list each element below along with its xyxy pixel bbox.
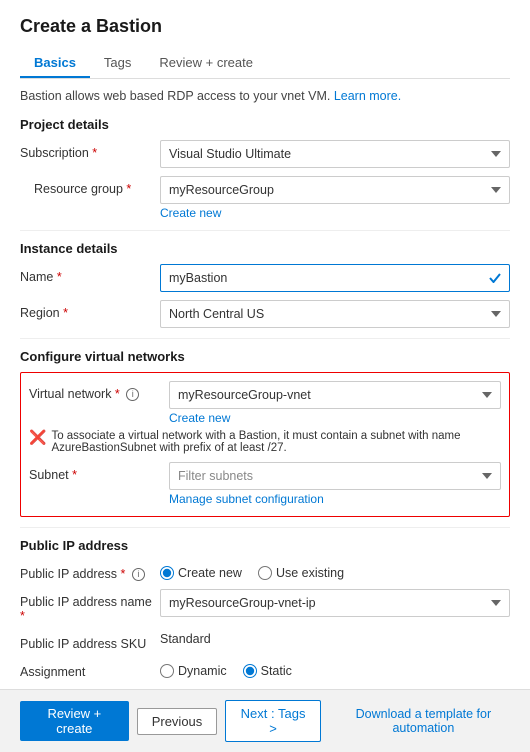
learn-more-link[interactable]: Learn more. (334, 89, 401, 103)
next-button[interactable]: Next : Tags > (225, 700, 321, 742)
public-ip-title: Public IP address (20, 538, 510, 553)
description: Bastion allows web based RDP access to y… (20, 89, 510, 103)
project-details-title: Project details (20, 117, 510, 132)
public-ip-sku-label: Public IP address SKU (20, 631, 160, 651)
public-ip-create-new-radio[interactable] (160, 566, 174, 580)
error-icon: ❌ (29, 429, 46, 446)
instance-details-title: Instance details (20, 241, 510, 256)
virtual-network-label: Virtual network * i (29, 381, 169, 401)
subscription-group: Subscription * Visual Studio Ultimate (20, 140, 510, 168)
tab-tags[interactable]: Tags (90, 49, 145, 78)
tab-review-create[interactable]: Review + create (145, 49, 267, 78)
region-label: Region * (20, 300, 160, 320)
divider-3 (20, 527, 510, 528)
public-ip-address-group: Public IP address * i Create new Use exi… (20, 561, 510, 581)
assignment-dynamic-radio[interactable] (160, 664, 174, 678)
virtual-network-info-icon[interactable]: i (126, 388, 139, 401)
public-ip-sku-group: Public IP address SKU Standard (20, 631, 510, 651)
tabs-row: Basics Tags Review + create (20, 49, 510, 79)
virtual-network-error-box: Virtual network * i myResourceGroup-vnet… (20, 372, 510, 517)
public-ip-info-icon[interactable]: i (132, 568, 145, 581)
tab-basics[interactable]: Basics (20, 49, 90, 78)
public-ip-sku-value: Standard (160, 626, 211, 646)
name-group: Name * (20, 264, 510, 292)
public-ip-use-existing-label: Use existing (276, 566, 344, 580)
public-ip-create-new-label: Create new (178, 566, 242, 580)
public-ip-name-label: Public IP address name * (20, 589, 160, 623)
assignment-static-label: Static (261, 664, 292, 678)
public-ip-use-existing-option[interactable]: Use existing (258, 566, 344, 580)
manage-subnet-link[interactable]: Manage subnet configuration (169, 492, 324, 506)
public-ip-radio-group: Create new Use existing (160, 561, 510, 580)
footer-bar: Review + create Previous Next : Tags > D… (0, 689, 530, 752)
subnet-label: Subnet * (29, 462, 169, 482)
public-ip-use-existing-radio[interactable] (258, 566, 272, 580)
virtual-network-error-msg: ❌ To associate a virtual network with a … (29, 430, 501, 454)
assignment-static-option[interactable]: Static (243, 664, 292, 678)
resource-group-create-new[interactable]: Create new (160, 206, 221, 220)
name-input[interactable] (160, 264, 510, 292)
public-ip-address-label: Public IP address * i (20, 561, 160, 581)
divider-2 (20, 338, 510, 339)
name-label: Name * (20, 264, 160, 284)
resource-group-label: Resource group * (20, 176, 160, 196)
subnet-group: Subnet * Filter subnets Manage subnet co… (29, 462, 501, 506)
assignment-dynamic-option[interactable]: Dynamic (160, 664, 227, 678)
resource-group-select[interactable]: myResourceGroup (160, 176, 510, 204)
assignment-group: Assignment Dynamic Static (20, 659, 510, 679)
virtual-network-select[interactable]: myResourceGroup-vnet (169, 381, 501, 409)
subscription-select[interactable]: Visual Studio Ultimate (160, 140, 510, 168)
subnet-select[interactable]: Filter subnets (169, 462, 501, 490)
page-title: Create a Bastion (20, 16, 510, 37)
assignment-static-radio[interactable] (243, 664, 257, 678)
resource-group-group: Resource group * myResourceGroup Create … (20, 176, 510, 220)
assignment-dynamic-label: Dynamic (178, 664, 227, 678)
review-create-button[interactable]: Review + create (20, 701, 129, 741)
virtual-network-group: Virtual network * i myResourceGroup-vnet… (29, 381, 501, 425)
divider-1 (20, 230, 510, 231)
assignment-radio-group: Dynamic Static (160, 659, 510, 678)
region-group: Region * North Central US (20, 300, 510, 328)
subscription-label: Subscription * (20, 140, 160, 160)
previous-button[interactable]: Previous (137, 708, 218, 735)
public-ip-name-group: Public IP address name * myResourceGroup… (20, 589, 510, 623)
virtual-networks-title: Configure virtual networks (20, 349, 510, 364)
virtual-network-create-new[interactable]: Create new (169, 411, 230, 425)
download-template-button[interactable]: Download a template for automation (337, 707, 510, 735)
region-select[interactable]: North Central US (160, 300, 510, 328)
assignment-label: Assignment (20, 659, 160, 679)
public-ip-create-new-option[interactable]: Create new (160, 566, 242, 580)
public-ip-name-select[interactable]: myResourceGroup-vnet-ip (160, 589, 510, 617)
